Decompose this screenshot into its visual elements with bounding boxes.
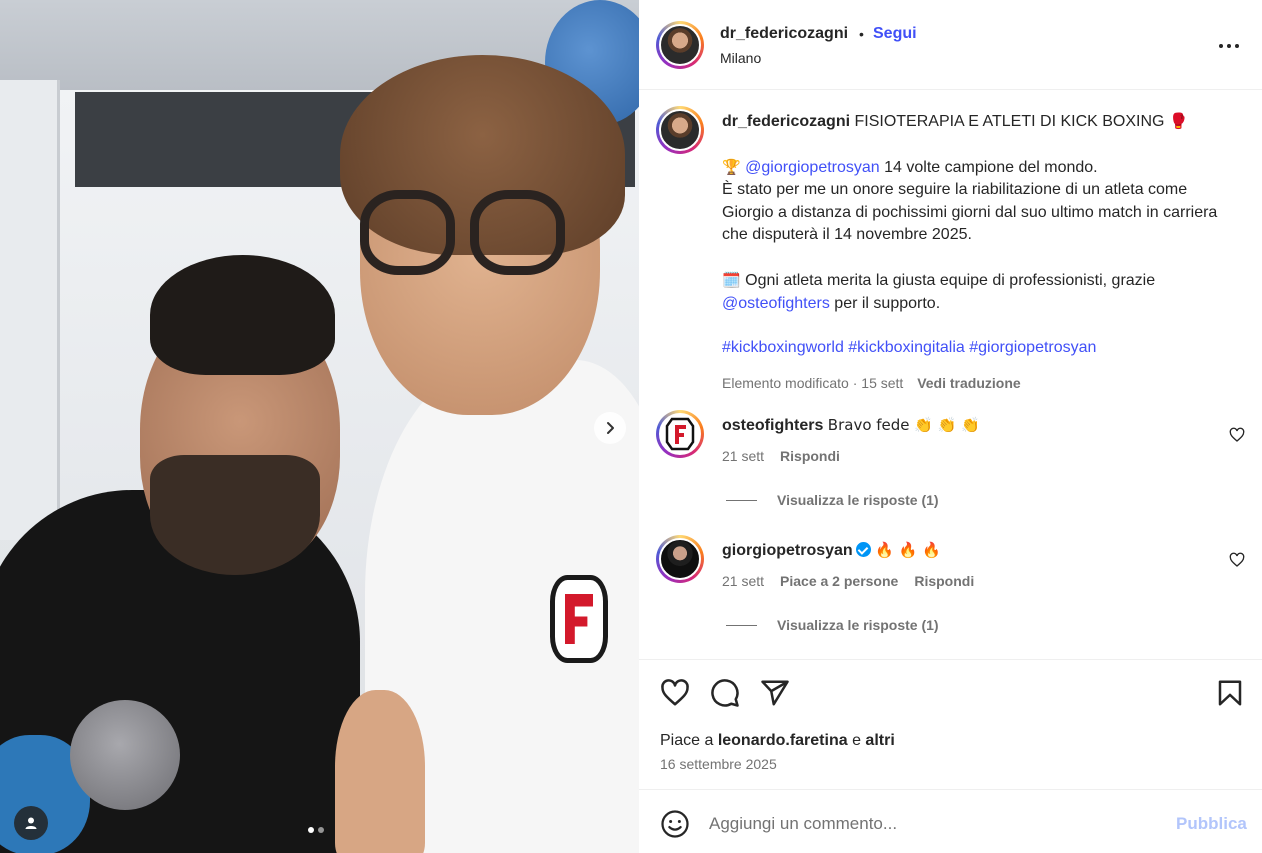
carousel-dot: [308, 827, 314, 833]
comment-bubble-icon[interactable]: [710, 678, 740, 708]
carousel-indicator: [308, 827, 324, 833]
tagged-users-button[interactable]: [14, 806, 48, 840]
likes-mid: e: [847, 732, 866, 749]
verified-badge-icon: [855, 542, 871, 557]
caption-hashtags[interactable]: #kickboxingworld #kickboxingitalia #gior…: [722, 339, 1096, 356]
photo-toy: [70, 700, 180, 810]
user-icon: [25, 817, 37, 829]
comment-username[interactable]: osteofighters: [722, 417, 823, 434]
comment-like-heart-icon[interactable]: [1229, 552, 1245, 568]
photo-person1-beard: [150, 455, 320, 575]
caption-title: FISIOTERAPIA E ATLETI DI KICK BOXING: [854, 113, 1165, 130]
follow-button[interactable]: Segui: [873, 25, 917, 43]
calendar-emoji: 🗓️: [722, 270, 741, 289]
view-replies-label: Visualizza le risposte (1): [777, 617, 939, 633]
carousel-dot: [318, 827, 324, 833]
post-caption: dr_federicozagni FISIOTERAPIA E ATLETI D…: [722, 110, 1232, 394]
post-side-panel: dr_federicozagni • Segui Milano dr_feder…: [639, 0, 1262, 853]
likes-others[interactable]: altri: [865, 732, 894, 749]
comment-username[interactable]: giorgiopetrosyan: [722, 542, 853, 559]
caption-line2: È stato per me un onore seguire la riabi…: [722, 181, 1218, 244]
photo-shelf: [0, 80, 60, 540]
likes-prefix: Piace a: [660, 732, 718, 749]
separator-dot: •: [859, 26, 864, 42]
post-location[interactable]: Milano: [720, 50, 761, 66]
reply-button[interactable]: Rispondi: [914, 573, 974, 589]
comment-body: Bravo fede 👏 👏 👏: [827, 416, 980, 434]
caption-author-avatar[interactable]: [656, 106, 704, 154]
commenter-avatar[interactable]: [656, 535, 704, 583]
comment-input[interactable]: [709, 810, 1149, 838]
like-heart-icon[interactable]: [660, 678, 690, 708]
view-replies-button[interactable]: Visualizza le risposte (1): [726, 492, 939, 508]
more-options-icon[interactable]: [1217, 36, 1241, 56]
see-translation-link[interactable]: Vedi traduzione: [917, 375, 1020, 391]
comment-body: 🔥 🔥 🔥: [875, 541, 941, 559]
photo-shirt-logo: [550, 575, 608, 663]
commenter-avatar[interactable]: [656, 410, 704, 458]
comment-like-heart-icon[interactable]: [1229, 427, 1245, 443]
save-bookmark-icon[interactable]: [1215, 678, 1245, 708]
boxing-glove-emoji: 🥊: [1168, 112, 1188, 130]
caption-line3-rest: per il supporto.: [829, 294, 941, 312]
view-replies-button[interactable]: Visualizza le risposte (1): [726, 617, 939, 633]
caption-username[interactable]: dr_federicozagni: [722, 113, 850, 130]
post-dialog: dr_federicozagni • Segui Milano dr_feder…: [0, 0, 1262, 853]
likes-username[interactable]: leonardo.faretina: [718, 732, 848, 749]
comment-likes-count[interactable]: Piace a 2 persone: [780, 573, 898, 589]
author-avatar[interactable]: [656, 21, 704, 69]
comment-time[interactable]: 21 sett: [722, 573, 764, 589]
photo-thumb: [335, 690, 425, 853]
mention-giorgiopetrosyan[interactable]: @giorgiopetrosyan: [745, 159, 880, 176]
reply-button[interactable]: Rispondi: [780, 448, 840, 464]
carousel-next-button[interactable]: [594, 412, 626, 444]
likes-summary: Piace a leonardo.faretina e altri: [660, 732, 895, 750]
view-replies-label: Visualizza le risposte (1): [777, 492, 939, 508]
post-photo: [0, 0, 639, 853]
comment-text: giorgiopetrosyan 🔥 🔥 🔥: [722, 541, 1212, 560]
post-header: dr_federicozagni • Segui Milano: [639, 0, 1262, 90]
photo-person1-hair: [150, 255, 335, 375]
comment-text: osteofighters Bravo fede 👏 👏 👏: [722, 416, 1212, 435]
osteofighters-logo-icon: [665, 417, 695, 451]
author-username[interactable]: dr_federicozagni: [720, 25, 848, 43]
comment-meta: 21 sett Piace a 2 persone Rispondi: [722, 573, 974, 589]
caption-line1: 14 volte campione del mondo.: [879, 158, 1098, 176]
chevron-right-icon: [607, 422, 614, 434]
share-send-icon[interactable]: [760, 678, 790, 708]
add-comment-bar: Pubblica: [639, 789, 1262, 853]
post-actions: Piace a leonardo.faretina e altri 16 set…: [639, 659, 1262, 789]
mention-osteofighters[interactable]: @osteofighters: [722, 295, 830, 312]
publish-button[interactable]: Pubblica: [1176, 814, 1247, 834]
comment-meta: 21 sett Rispondi: [722, 448, 840, 464]
comments-section: dr_federicozagni FISIOTERAPIA E ATLETI D…: [639, 90, 1262, 659]
edited-label: Elemento modificato · 15 sett: [722, 374, 904, 391]
caption-line3: Ogni atleta merita la giusta equipe di p…: [740, 271, 1156, 289]
post-date[interactable]: 16 settembre 2025: [660, 756, 777, 772]
photo-glasses: [360, 190, 570, 285]
emoji-smile-icon[interactable]: [660, 809, 690, 839]
comment-time[interactable]: 21 sett: [722, 448, 764, 464]
caption-meta: Elemento modificato · 15 sett Vedi tradu…: [722, 372, 1232, 395]
trophy-emoji: 🏆: [722, 157, 741, 176]
